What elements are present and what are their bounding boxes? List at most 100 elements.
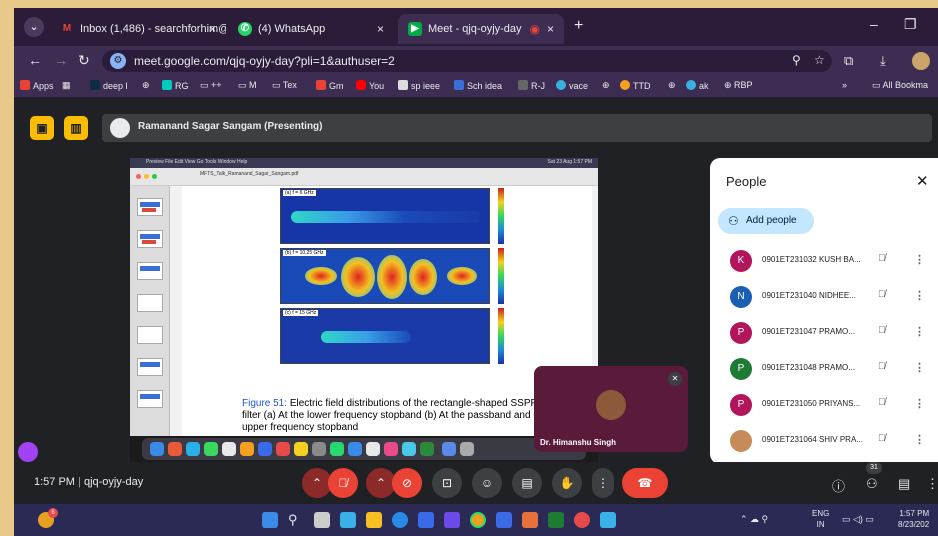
globe-icon[interactable]: ⊕	[602, 80, 610, 91]
more-options-icon[interactable]: ⋮	[914, 325, 925, 338]
store-icon[interactable]	[418, 512, 434, 528]
participant-name: 0901ET231032 KUSH BA...	[762, 255, 861, 264]
activities-icon[interactable]: ⋮	[926, 476, 938, 492]
tab-whatsapp[interactable]: ✆ (4) WhatsApp ×	[228, 14, 394, 44]
reactions-button[interactable]: ☺	[472, 468, 502, 498]
close-icon[interactable]: ✕	[916, 172, 929, 190]
chrome-icon[interactable]	[470, 512, 486, 528]
mic-off-icon[interactable]: 🎙̸	[878, 361, 886, 372]
participant-row[interactable]: 0901ET231064 SHIV PRA... 🎙̸ ⋮	[710, 424, 938, 460]
participant-row[interactable]: P 0901ET231048 PRAMO... 🎙̸ ⋮	[710, 352, 938, 388]
bookmark-m[interactable]: ▭ M	[238, 80, 257, 91]
raise-hand-button[interactable]: ✋	[552, 468, 582, 498]
bookmark-tex[interactable]: ▭ Tex	[272, 80, 297, 91]
restore-icon[interactable]: ❐	[904, 16, 917, 33]
extensions-icon[interactable]: ⧉	[844, 53, 853, 69]
photos-icon[interactable]	[600, 512, 616, 528]
layout-icon[interactable]: ▥	[64, 116, 88, 140]
leave-call-button[interactable]: ☎	[622, 468, 668, 498]
present-button[interactable]: ⊡	[432, 468, 462, 498]
camera-toggle-button[interactable]: ⊘	[392, 468, 422, 498]
back-icon[interactable]: ←	[28, 52, 42, 68]
new-tab-button[interactable]: +	[574, 17, 583, 35]
participant-row[interactable]: P 0901ET231050 PRIYANS... 🎙̸ ⋮	[710, 388, 938, 424]
chat-icon[interactable]: ▤	[898, 476, 910, 492]
messages-icon	[204, 442, 218, 456]
app-icon[interactable]	[574, 512, 590, 528]
reload-icon[interactable]: ↻	[78, 52, 90, 69]
bookmark-rg[interactable]: RG	[162, 80, 189, 91]
tab-search-button[interactable]: ⌄	[24, 17, 44, 37]
bookmark-sch-idea[interactable]: Sch idea	[454, 80, 502, 91]
people-icon[interactable]: ⚇	[866, 476, 878, 492]
bookmark-gm[interactable]: Gm	[316, 80, 344, 91]
bookmark-rbp[interactable]: ⊕ RBP	[724, 80, 753, 91]
edge-icon[interactable]	[392, 512, 408, 528]
more-options-icon[interactable]: ⋮	[914, 253, 925, 266]
address-bar[interactable]: ⚙ meet.google.com/qjq-oyjy-day?pli=1&aut…	[102, 50, 832, 72]
add-people-button[interactable]: ⚇ Add people	[718, 208, 814, 234]
bookmarks-overflow-button[interactable]: »	[842, 80, 847, 90]
mic-toggle-button[interactable]: 🎙̸	[328, 468, 358, 498]
bookmark-r-j[interactable]: R-J	[518, 80, 545, 91]
tab-gmail[interactable]: M Inbox (1,486) - searchforhim@c ×	[50, 14, 226, 44]
search-icon[interactable]: ⚲	[288, 512, 304, 528]
zoom-icon[interactable]: ⚲	[792, 53, 801, 67]
participant-row[interactable]: N 0901ET231040 NIDHEE... 🎙̸ ⋮	[710, 280, 938, 316]
bookmark-ttd[interactable]: TTD	[620, 80, 651, 91]
mic-off-icon[interactable]: 🎙̸	[878, 397, 886, 408]
participant-row[interactable]: K 0901ET231032 KUSH BA... 🎙̸ ⋮	[710, 244, 938, 280]
minimize-icon[interactable]: –	[870, 16, 878, 32]
site-info-icon[interactable]: ⚙	[110, 53, 126, 69]
more-options-icon[interactable]: ⋮	[914, 289, 925, 302]
bookmark-star-icon[interactable]: ☆	[814, 53, 825, 67]
excel-icon[interactable]	[548, 512, 564, 528]
matlab-icon[interactable]	[522, 512, 538, 528]
presentation-icon[interactable]: ▣	[30, 116, 54, 140]
network-volume-battery-icons[interactable]: ▭ ◁) ▭	[842, 514, 874, 525]
close-icon[interactable]: ×	[209, 14, 216, 44]
system-clock[interactable]: 1:57 PM 8/23/202	[898, 508, 929, 530]
close-icon[interactable]: ×	[547, 14, 554, 44]
teams-icon[interactable]	[444, 512, 460, 528]
download-icon[interactable]: ⤓	[880, 53, 886, 69]
panel-label: (a) f = 6 GHz	[283, 190, 316, 196]
info-icon[interactable]: ⓘ	[832, 476, 845, 495]
language-indicator[interactable]: ENG IN	[812, 508, 829, 530]
bookmark-you[interactable]: You	[356, 80, 384, 91]
bookmark-sp-ieee[interactable]: sp ieee	[398, 80, 440, 91]
bookmark-ak[interactable]: ak	[686, 80, 709, 91]
close-icon[interactable]: ×	[377, 14, 384, 44]
globe-icon: ⊕	[724, 80, 735, 90]
forward-icon[interactable]: →	[54, 52, 68, 68]
more-options-button[interactable]: ⋮	[592, 468, 614, 498]
mic-off-icon[interactable]: 🎙̸	[878, 253, 886, 264]
self-video-tile[interactable]: ✕ Dr. Himanshu Singh	[534, 366, 688, 452]
start-icon[interactable]	[262, 512, 278, 528]
bookmark-deepl[interactable]: deep l	[90, 80, 128, 91]
tray-icons[interactable]: ⌃ ☁ ⚲	[740, 514, 768, 525]
task-view-icon[interactable]	[314, 512, 330, 528]
more-options-icon[interactable]: ⋮	[914, 361, 925, 374]
assistant-icon[interactable]	[18, 442, 38, 462]
participant-row[interactable]: P 0901ET231047 PRAMO... 🎙̸ ⋮	[710, 316, 938, 352]
tab-meet[interactable]: ▶ Meet - qjq-oyjy-day ◉ ×	[398, 14, 564, 44]
mic-off-icon[interactable]: 🎙̸	[878, 289, 886, 300]
globe-icon[interactable]: ⊕	[142, 80, 150, 91]
mic-off-icon[interactable]: 🎙̸	[878, 433, 886, 444]
profile-avatar[interactable]	[912, 52, 930, 70]
captions-button[interactable]: ▤	[512, 468, 542, 498]
more-options-icon[interactable]: ⋮	[914, 397, 925, 410]
settings-icon[interactable]	[496, 512, 512, 528]
globe-icon[interactable]: ⊕	[668, 80, 676, 91]
all-bookmarks[interactable]: ▭ All Bookma	[872, 80, 928, 91]
bookmark-plusplus[interactable]: ▭ ++	[200, 80, 222, 91]
participant-name: 0901ET231064 SHIV PRA...	[762, 435, 863, 444]
widgets-icon[interactable]	[340, 512, 356, 528]
more-options-icon[interactable]: ⋮	[914, 433, 925, 446]
grid-icon[interactable]: ▦	[62, 80, 71, 91]
file-explorer-icon[interactable]	[366, 512, 382, 528]
mic-off-icon[interactable]: 🎙̸	[878, 325, 886, 336]
bookmark-apps[interactable]: Apps	[20, 80, 54, 91]
bookmark-vace[interactable]: vace	[556, 80, 588, 91]
